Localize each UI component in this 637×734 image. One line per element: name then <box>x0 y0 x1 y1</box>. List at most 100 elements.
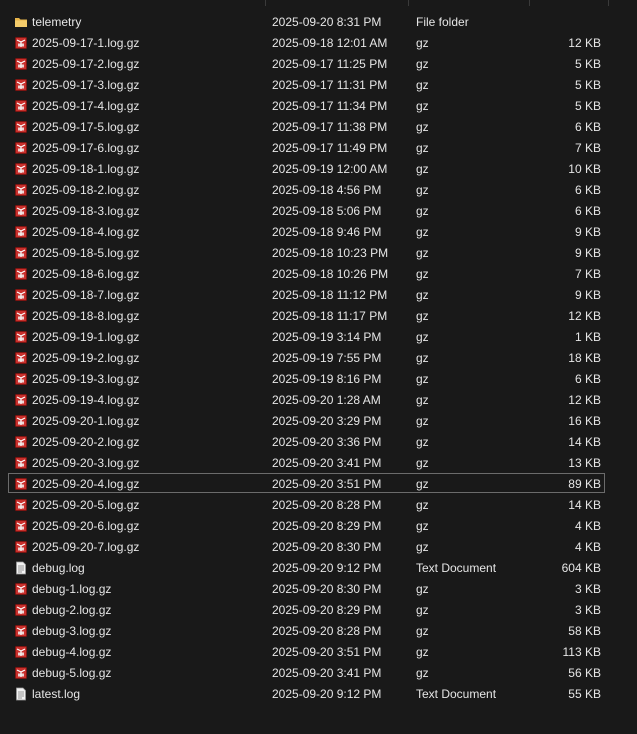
column-divider[interactable] <box>608 0 609 6</box>
date-modified: 2025-09-17 11:38 PM <box>272 120 388 134</box>
file-row[interactable]: debug-2.log.gz 2025-09-20 8:29 PM gz 3 KB <box>8 599 605 619</box>
file-row[interactable]: 2025-09-20-2.log.gz 2025-09-20 3:36 PM gz 1… <box>8 431 605 451</box>
file-type: gz <box>416 204 429 218</box>
date-modified: 2025-09-20 8:28 PM <box>272 624 382 638</box>
archive-icon <box>14 432 28 452</box>
file-row[interactable]: 2025-09-19-3.log.gz 2025-09-19 8:16 PM gz 6… <box>8 368 605 388</box>
file-type: gz <box>416 582 429 596</box>
file-row[interactable]: 2025-09-20-7.log.gz 2025-09-20 8:30 PM gz 4… <box>8 536 605 556</box>
text-document-icon <box>14 684 28 704</box>
file-type: gz <box>416 666 429 680</box>
archive-icon <box>14 201 28 221</box>
file-size: 6 KB <box>574 120 601 134</box>
file-name: debug-5.log.gz <box>32 666 112 680</box>
file-row[interactable]: 2025-09-17-1.log.gz 2025-09-18 12:01 AM gz… <box>8 32 605 52</box>
file-row[interactable]: telemetry 2025-09-20 8:31 PM File folder <box>8 11 605 31</box>
file-size: 14 KB <box>568 498 601 512</box>
file-row[interactable]: 2025-09-20-1.log.gz 2025-09-20 3:29 PM gz 1… <box>8 410 605 430</box>
file-type: gz <box>416 645 429 659</box>
date-modified: 2025-09-18 10:23 PM <box>272 246 389 260</box>
file-row[interactable]: 2025-09-19-1.log.gz 2025-09-19 3:14 PM gz 1… <box>8 326 605 346</box>
archive-icon <box>14 243 28 263</box>
archive-icon <box>14 180 28 200</box>
file-size: 5 KB <box>574 57 601 71</box>
file-type: gz <box>416 519 429 533</box>
file-row[interactable]: debug-4.log.gz 2025-09-20 3:51 PM gz 113 KB <box>8 641 605 661</box>
file-name: 2025-09-20-2.log.gz <box>32 435 140 449</box>
archive-icon <box>14 138 28 158</box>
file-name: 2025-09-20-4.log.gz <box>32 477 140 491</box>
file-type: gz <box>416 162 429 176</box>
file-name: 2025-09-18-1.log.gz <box>32 162 140 176</box>
file-row[interactable]: 2025-09-20-6.log.gz 2025-09-20 8:29 PM gz 4… <box>8 515 605 535</box>
file-row[interactable]: debug-5.log.gz 2025-09-20 3:41 PM gz 56 KB <box>8 662 605 682</box>
file-name: debug-4.log.gz <box>32 645 112 659</box>
file-row[interactable]: 2025-09-17-5.log.gz 2025-09-17 11:38 PM gz… <box>8 116 605 136</box>
file-row[interactable]: 2025-09-20-3.log.gz 2025-09-20 3:41 PM gz 1… <box>8 452 605 472</box>
file-row[interactable]: 2025-09-18-2.log.gz 2025-09-18 4:56 PM gz 6… <box>8 179 605 199</box>
file-size: 58 KB <box>568 624 601 638</box>
date-modified: 2025-09-20 9:12 PM <box>272 561 382 575</box>
file-size: 16 KB <box>568 414 601 428</box>
file-size: 6 KB <box>574 372 601 386</box>
file-name: 2025-09-17-4.log.gz <box>32 99 140 113</box>
date-modified: 2025-09-19 7:55 PM <box>272 351 382 365</box>
date-modified: 2025-09-19 8:16 PM <box>272 372 382 386</box>
archive-icon <box>14 54 28 74</box>
date-modified: 2025-09-20 8:30 PM <box>272 540 382 554</box>
file-type: gz <box>416 624 429 638</box>
date-modified: 2025-09-18 10:26 PM <box>272 267 389 281</box>
file-row[interactable]: 2025-09-18-7.log.gz 2025-09-18 11:12 PM gz… <box>8 284 605 304</box>
file-row[interactable]: 2025-09-19-4.log.gz 2025-09-20 1:28 AM gz 1… <box>8 389 605 409</box>
file-row[interactable]: 2025-09-17-2.log.gz 2025-09-17 11:25 PM gz… <box>8 53 605 73</box>
archive-icon <box>14 642 28 662</box>
file-type: gz <box>416 288 429 302</box>
file-row[interactable]: debug-1.log.gz 2025-09-20 8:30 PM gz 3 KB <box>8 578 605 598</box>
file-name: 2025-09-20-5.log.gz <box>32 498 140 512</box>
date-modified: 2025-09-20 8:28 PM <box>272 498 382 512</box>
file-name: debug.log <box>32 561 85 575</box>
file-size: 12 KB <box>568 36 601 50</box>
file-name: 2025-09-18-7.log.gz <box>32 288 140 302</box>
column-divider[interactable] <box>529 0 530 6</box>
file-size: 113 KB <box>562 645 601 659</box>
date-modified: 2025-09-17 11:31 PM <box>272 78 388 92</box>
date-modified: 2025-09-20 3:29 PM <box>272 414 382 428</box>
file-row[interactable]: 2025-09-17-6.log.gz 2025-09-17 11:49 PM gz… <box>8 137 605 157</box>
column-divider[interactable] <box>408 0 409 6</box>
file-row[interactable]: 2025-09-19-2.log.gz 2025-09-19 7:55 PM gz 1… <box>8 347 605 367</box>
file-row[interactable]: 2025-09-18-1.log.gz 2025-09-19 12:00 AM gz… <box>8 158 605 178</box>
file-row[interactable]: 2025-09-18-3.log.gz 2025-09-18 5:06 PM gz 6… <box>8 200 605 220</box>
date-modified: 2025-09-20 1:28 AM <box>272 393 381 407</box>
file-row[interactable]: 2025-09-18-4.log.gz 2025-09-18 9:46 PM gz 9… <box>8 221 605 241</box>
file-row[interactable]: 2025-09-18-5.log.gz 2025-09-18 10:23 PM gz… <box>8 242 605 262</box>
file-size: 9 KB <box>574 246 601 260</box>
date-modified: 2025-09-20 8:31 PM <box>272 15 382 29</box>
file-row[interactable]: 2025-09-17-4.log.gz 2025-09-17 11:34 PM gz… <box>8 95 605 115</box>
file-type: File folder <box>416 15 469 29</box>
file-size: 4 KB <box>574 540 601 554</box>
file-type: gz <box>416 99 429 113</box>
file-row[interactable]: 2025-09-20-5.log.gz 2025-09-20 8:28 PM gz 1… <box>8 494 605 514</box>
file-type: gz <box>416 540 429 554</box>
file-name: 2025-09-18-2.log.gz <box>32 183 140 197</box>
file-size: 4 KB <box>574 519 601 533</box>
file-name: debug-3.log.gz <box>32 624 112 638</box>
file-row[interactable]: latest.log 2025-09-20 9:12 PM Text Documen… <box>8 683 605 703</box>
column-divider[interactable] <box>265 0 266 6</box>
date-modified: 2025-09-18 11:12 PM <box>272 288 388 302</box>
file-row[interactable]: 2025-09-20-4.log.gz 2025-09-20 3:51 PM gz 8… <box>8 473 605 493</box>
archive-icon <box>14 369 28 389</box>
file-size: 604 KB <box>561 561 601 575</box>
date-modified: 2025-09-20 8:30 PM <box>272 582 382 596</box>
archive-icon <box>14 33 28 53</box>
file-row[interactable]: debug-3.log.gz 2025-09-20 8:28 PM gz 58 KB <box>8 620 605 640</box>
file-row[interactable]: 2025-09-18-6.log.gz 2025-09-18 10:26 PM gz… <box>8 263 605 283</box>
file-size: 3 KB <box>574 603 601 617</box>
file-row[interactable]: 2025-09-17-3.log.gz 2025-09-17 11:31 PM gz… <box>8 74 605 94</box>
date-modified: 2025-09-20 8:29 PM <box>272 519 382 533</box>
archive-icon <box>14 159 28 179</box>
file-row[interactable]: 2025-09-18-8.log.gz 2025-09-18 11:17 PM gz… <box>8 305 605 325</box>
file-row[interactable]: debug.log 2025-09-20 9:12 PM Text Document… <box>8 557 605 577</box>
file-type: gz <box>416 456 429 470</box>
